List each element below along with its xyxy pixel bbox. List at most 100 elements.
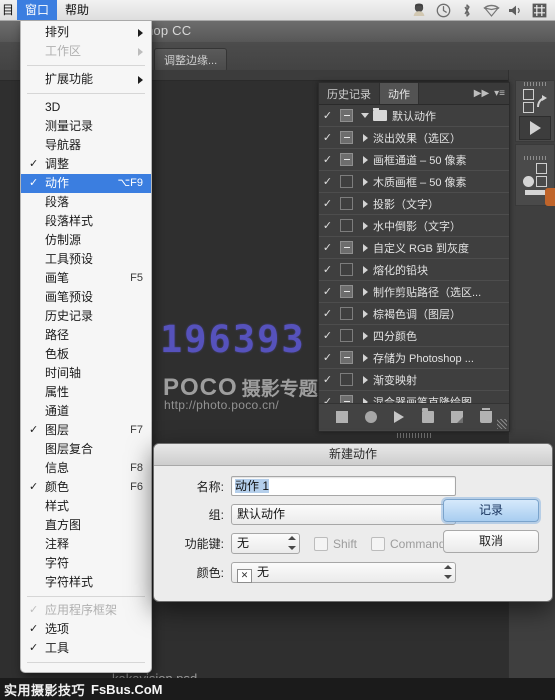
record-icon[interactable] [365,411,377,423]
actions-list[interactable]: ✓默认动作✓淡出效果（选区）✓画框通道 – 50 像素✓木质画框 – 50 像素… [319,105,509,403]
action-enable-checkbox[interactable]: ✓ [319,109,336,122]
history-brush-panel-icon[interactable] [515,80,555,142]
action-dialog-toggle[interactable] [336,329,357,342]
actions-panel[interactable]: 历史记录 动作 ▶▶ ▾≡ ✓默认动作✓淡出效果（选区）✓画框通道 – 50 像… [318,82,510,432]
disclosure-triangle[interactable] [357,200,373,208]
menu-item-20[interactable]: 属性 [21,383,151,402]
refine-edge-button[interactable]: 调整边缘... [154,48,227,72]
action-dialog-toggle[interactable] [336,197,357,210]
disclosure-triangle[interactable] [357,113,373,118]
disclosure-triangle[interactable] [357,134,373,142]
window-menu-dropdown[interactable]: 排列工作区扩展功能3D测量记录导航器✓调整✓动作⌥F9段落段落样式仿制源工具预设… [20,19,152,673]
user-icon[interactable] [407,0,431,20]
action-row[interactable]: ✓混合器画笔克隆绘图... [319,391,509,403]
action-row[interactable]: ✓画框通道 – 50 像素 [319,149,509,171]
menu-item-12[interactable]: 仿制源 [21,231,151,250]
menu-item-28[interactable]: 注释 [21,535,151,554]
action-dialog-toggle[interactable] [336,153,357,166]
action-dialog-toggle[interactable] [336,351,357,364]
menu-item-29[interactable]: 字符 [21,554,151,573]
menu-item-25[interactable]: ✓颜色F6 [21,478,151,497]
action-enable-checkbox[interactable]: ✓ [319,131,336,144]
action-dialog-toggle[interactable] [336,285,357,298]
disclosure-triangle[interactable] [357,222,373,230]
volume-icon[interactable] [503,0,527,20]
menu-item-33[interactable]: ✓选项 [21,620,151,639]
menu-item-30[interactable]: 字符样式 [21,573,151,592]
action-row[interactable]: ✓自定义 RGB 到灰度 [319,237,509,259]
action-dialog-toggle[interactable] [336,307,357,320]
color-select[interactable]: ✕无 [231,562,456,583]
menu-item-3[interactable]: 扩展功能 [21,70,151,89]
action-dialog-toggle[interactable] [336,263,357,276]
menu-item-14[interactable]: 画笔F5 [21,269,151,288]
play-panel-icon[interactable] [519,116,551,140]
menu-item-7[interactable]: 导航器 [21,136,151,155]
tab-history[interactable]: 历史记录 [319,83,380,104]
menu-item-11[interactable]: 段落样式 [21,212,151,231]
action-row[interactable]: ✓存储为 Photoshop ... [319,347,509,369]
menu-item-8[interactable]: ✓调整 [21,155,151,174]
new-set-icon[interactable] [422,411,434,423]
action-row[interactable]: ✓棕褐色调（图层） [319,303,509,325]
action-row[interactable]: ✓渐变映射 [319,369,509,391]
action-dialog-toggle[interactable] [336,241,357,254]
panel-resize-grip[interactable] [497,419,507,429]
stepper-arrows[interactable] [443,565,452,579]
action-enable-checkbox[interactable]: ✓ [319,307,336,320]
input-method-icon[interactable] [527,0,551,20]
menu-item-15[interactable]: 画笔预设 [21,288,151,307]
action-dialog-toggle[interactable] [336,175,357,188]
tab-actions[interactable]: 动作 [380,83,419,104]
menu-item-5[interactable]: 3D [21,98,151,117]
menu-item-27[interactable]: 直方图 [21,516,151,535]
new-action-dialog[interactable]: 新建动作 名称: 动作 1 组: 默认动作 功能键: 无 [153,443,553,602]
disclosure-triangle[interactable] [357,156,373,164]
action-dialog-toggle[interactable] [336,131,357,144]
menu-item-19[interactable]: 时间轴 [21,364,151,383]
action-enable-checkbox[interactable]: ✓ [319,197,336,210]
menubar-status-area[interactable] [407,0,555,20]
action-row[interactable]: ✓木质画框 – 50 像素 [319,171,509,193]
play-icon[interactable] [394,411,404,423]
action-row[interactable]: ✓默认动作 [319,105,509,127]
action-dialog-toggle[interactable] [336,219,357,232]
macos-menubar[interactable]: 目 窗口 帮助 [0,0,555,21]
stepper-arrows[interactable] [287,536,296,550]
disclosure-triangle[interactable] [357,354,373,362]
bluetooth-icon[interactable] [455,0,479,20]
action-row[interactable]: ✓淡出效果（选区） [319,127,509,149]
shift-checkbox[interactable]: Shift [314,537,357,551]
action-row[interactable]: ✓水中倒影（文字） [319,215,509,237]
menubar-app-item[interactable]: 目 [0,0,17,20]
menu-item-10[interactable]: 段落 [21,193,151,212]
disclosure-triangle[interactable] [357,178,373,186]
command-checkbox[interactable]: Command [371,537,445,551]
disclosure-triangle[interactable] [357,288,373,296]
menu-item-23[interactable]: 图层复合 [21,440,151,459]
disclosure-triangle[interactable] [357,332,373,340]
action-row[interactable]: ✓熔化的铅块 [319,259,509,281]
action-row[interactable]: ✓制作剪贴路径（选区... [319,281,509,303]
menubar-item-window[interactable]: 窗口 [17,0,57,20]
set-select[interactable]: 默认动作 [231,504,456,525]
menu-item-17[interactable]: 路径 [21,326,151,345]
action-enable-checkbox[interactable]: ✓ [319,395,336,403]
action-enable-checkbox[interactable]: ✓ [319,219,336,232]
disclosure-triangle[interactable] [357,376,373,384]
cancel-button[interactable]: 取消 [443,530,539,553]
disclosure-triangle[interactable] [357,244,373,252]
wifi-icon[interactable] [479,0,503,20]
menu-item-21[interactable]: 通道 [21,402,151,421]
menu-item-34[interactable]: ✓工具 [21,639,151,658]
collapse-icon[interactable]: ▶▶ [474,88,489,99]
action-enable-checkbox[interactable]: ✓ [319,351,336,364]
action-row[interactable]: ✓投影（文字） [319,193,509,215]
disclosure-triangle[interactable] [357,398,373,404]
record-button[interactable]: 记录 [443,499,539,522]
action-enable-checkbox[interactable]: ✓ [319,329,336,342]
action-enable-checkbox[interactable]: ✓ [319,373,336,386]
panel-tab-controls[interactable]: ▶▶ ▾≡ [474,83,509,104]
stop-icon[interactable] [336,411,348,423]
panel-menu-icon[interactable]: ▾≡ [494,88,505,99]
